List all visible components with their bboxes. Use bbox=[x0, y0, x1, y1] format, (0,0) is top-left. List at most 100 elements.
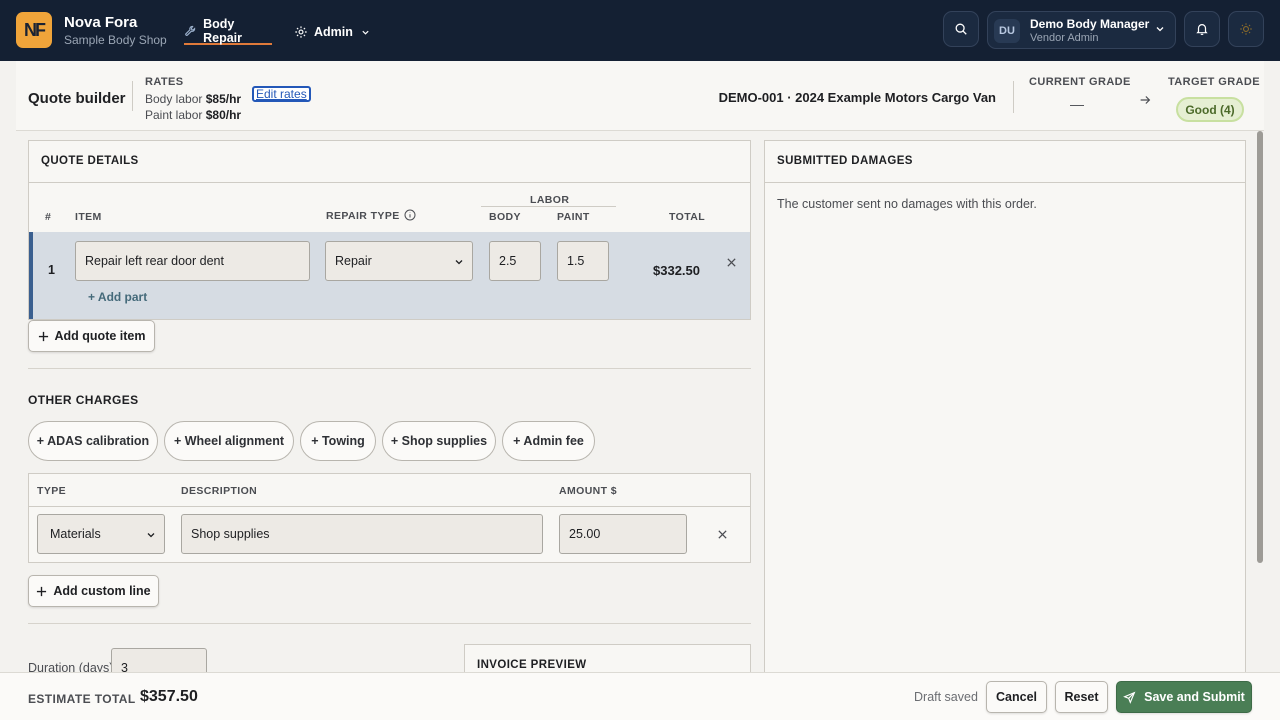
user-role: Vendor Admin bbox=[1030, 32, 1099, 44]
body-labor-input[interactable]: 2.5 bbox=[489, 241, 541, 281]
estimate-total-label: ESTIMATE TOTAL bbox=[28, 692, 136, 706]
bell-icon bbox=[1196, 24, 1208, 36]
labor-header-underline bbox=[481, 206, 616, 207]
add-wheel-alignment-button[interactable]: + Wheel alignment bbox=[164, 421, 294, 461]
col-repair-type-header: REPAIR TYPE bbox=[326, 209, 416, 222]
col-labor-header: LABOR bbox=[530, 194, 570, 206]
no-damages-message: The customer sent no damages with this o… bbox=[777, 197, 1037, 211]
add-part-link[interactable]: + Add part bbox=[88, 290, 147, 304]
plus-icon bbox=[38, 331, 48, 341]
theme-toggle-button[interactable] bbox=[1228, 11, 1264, 47]
add-towing-button[interactable]: + Towing bbox=[300, 421, 376, 461]
paint-labor-value: $80/hr bbox=[205, 108, 242, 122]
quote-header: Quote builder RATES Body labor $85/hr Pa… bbox=[16, 61, 1264, 131]
quote-details-card: QUOTE DETAILS # ITEM REPAIR TYPE LABOR B… bbox=[28, 140, 751, 320]
repair-type-value: Repair bbox=[335, 254, 372, 268]
col-item-header: ITEM bbox=[75, 211, 102, 223]
add-custom-line-label: Add custom line bbox=[53, 584, 151, 598]
submitted-damages-card: SUBMITTED DAMAGES The customer sent no d… bbox=[764, 140, 1246, 700]
other-charges-title: OTHER CHARGES bbox=[28, 393, 139, 407]
page-title: Quote builder bbox=[28, 90, 126, 107]
col-body-header: BODY bbox=[489, 211, 521, 223]
charge-type-select[interactable]: Materials bbox=[37, 514, 165, 554]
chevron-down-icon bbox=[147, 533, 155, 538]
add-admin-fee-button[interactable]: + Admin fee bbox=[502, 421, 595, 461]
gear-icon bbox=[295, 26, 307, 38]
body-labor-label: Body labor bbox=[145, 92, 203, 106]
charge-description-input[interactable]: Shop supplies bbox=[181, 514, 543, 554]
nav-body-repair[interactable]: Body Repair bbox=[184, 17, 272, 45]
nav-body-repair-label: Body Repair bbox=[203, 17, 242, 45]
save-and-submit-label: Save and Submit bbox=[1144, 690, 1245, 704]
save-and-submit-button[interactable]: Save and Submit bbox=[1116, 681, 1252, 713]
quote-details-title: QUOTE DETAILS bbox=[41, 155, 139, 167]
current-grade-value: — bbox=[1070, 96, 1084, 112]
estimate-total-value: $357.50 bbox=[140, 688, 198, 705]
remove-charge-button[interactable] bbox=[714, 526, 730, 542]
divider bbox=[28, 623, 751, 624]
divider bbox=[29, 506, 750, 507]
col-amount-header: AMOUNT $ bbox=[559, 485, 618, 497]
plus-icon bbox=[37, 586, 47, 596]
nav-admin-menu[interactable]: Admin bbox=[294, 21, 370, 43]
remove-item-button[interactable] bbox=[723, 254, 739, 270]
app-logo[interactable]: NF bbox=[16, 12, 52, 48]
add-shop-supplies-button[interactable]: + Shop supplies bbox=[382, 421, 496, 461]
close-icon bbox=[717, 529, 727, 539]
wrench-icon bbox=[185, 25, 196, 36]
divider bbox=[132, 81, 133, 111]
scrollbar[interactable] bbox=[1257, 131, 1263, 563]
rates-label: RATES bbox=[145, 76, 184, 88]
reset-button[interactable]: Reset bbox=[1055, 681, 1108, 713]
invoice-preview-title: INVOICE PREVIEW bbox=[477, 659, 587, 671]
app-name: Nova Fora bbox=[64, 14, 138, 31]
add-quote-item-label: Add quote item bbox=[54, 329, 146, 343]
col-num-header: # bbox=[45, 211, 52, 223]
user-menu[interactable]: DU Demo Body Manager Vendor Admin bbox=[987, 11, 1176, 49]
col-repair-type-label: REPAIR TYPE bbox=[326, 210, 400, 222]
shop-name: Sample Body Shop bbox=[64, 33, 167, 47]
item-description-input[interactable]: Repair left rear door dent bbox=[75, 241, 310, 281]
nav-admin-label: Admin bbox=[314, 25, 353, 39]
col-description-header: DESCRIPTION bbox=[181, 485, 258, 497]
add-quote-item-button[interactable]: Add quote item bbox=[28, 320, 155, 352]
edit-rates-link[interactable]: Edit rates bbox=[252, 86, 311, 102]
avatar: DU bbox=[994, 19, 1020, 43]
search-icon bbox=[955, 23, 967, 35]
repair-type-select[interactable]: Repair bbox=[325, 241, 473, 281]
charge-amount-input[interactable]: 25.00 bbox=[559, 514, 687, 554]
row-total: $332.50 bbox=[653, 263, 700, 278]
send-icon bbox=[1123, 691, 1136, 704]
arrow-right-icon bbox=[1140, 96, 1151, 104]
current-grade-label: CURRENT GRADE bbox=[1029, 76, 1131, 88]
chevron-down-icon bbox=[1156, 27, 1164, 32]
target-grade-label: TARGET GRADE bbox=[1168, 76, 1260, 88]
col-type-header: TYPE bbox=[37, 485, 67, 497]
info-icon[interactable] bbox=[404, 209, 416, 221]
submitted-damages-title: SUBMITTED DAMAGES bbox=[777, 155, 913, 167]
paint-labor-rate: Paint labor $80/hr bbox=[145, 108, 241, 122]
row-number: 1 bbox=[48, 263, 55, 277]
vehicle-title: DEMO-001 · 2024 Example Motors Cargo Van bbox=[718, 90, 996, 105]
add-adas-calibration-button[interactable]: + ADAS calibration bbox=[28, 421, 158, 461]
col-paint-header: PAINT bbox=[557, 211, 590, 223]
charges-table: TYPE DESCRIPTION AMOUNT $ Materials Shop… bbox=[28, 473, 751, 563]
divider bbox=[28, 368, 751, 369]
body-labor-rate: Body labor $85/hr bbox=[145, 92, 241, 106]
search-button[interactable] bbox=[943, 11, 979, 47]
charge-type-value: Materials bbox=[50, 527, 101, 541]
divider bbox=[29, 182, 750, 183]
cancel-button[interactable]: Cancel bbox=[986, 681, 1047, 713]
add-custom-line-button[interactable]: Add custom line bbox=[28, 575, 159, 607]
col-total-header: TOTAL bbox=[669, 211, 706, 223]
notifications-button[interactable] bbox=[1184, 11, 1220, 47]
sun-icon bbox=[1240, 23, 1252, 35]
body-labor-value: $85/hr bbox=[205, 92, 242, 106]
draft-status: Draft saved bbox=[914, 690, 978, 704]
chevron-down-icon bbox=[362, 30, 369, 35]
paint-labor-input[interactable]: 1.5 bbox=[557, 241, 609, 281]
quote-builder-page: Quote builder RATES Body labor $85/hr Pa… bbox=[16, 61, 1264, 704]
chevron-down-icon bbox=[455, 260, 463, 265]
target-grade-badge[interactable]: Good (4) bbox=[1176, 97, 1244, 122]
divider bbox=[1013, 81, 1014, 113]
